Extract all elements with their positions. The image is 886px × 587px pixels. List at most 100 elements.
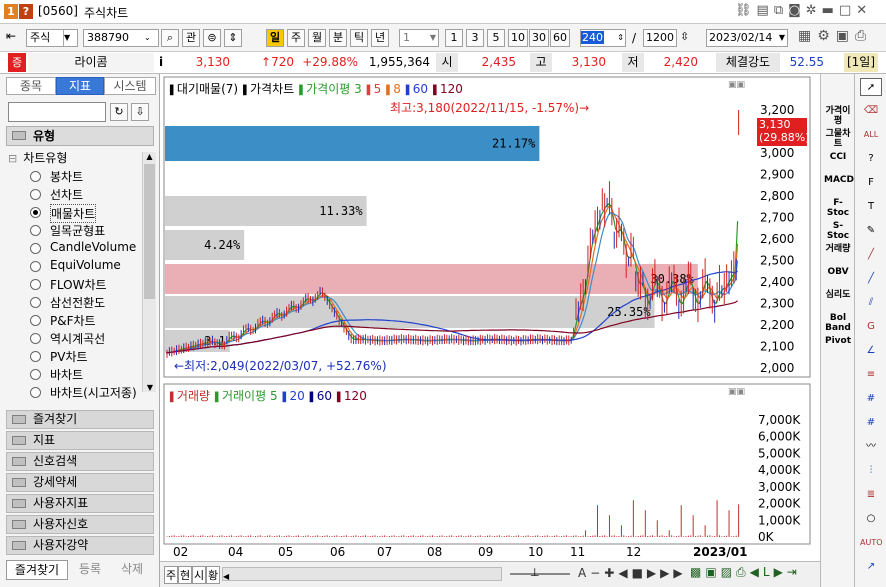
chart-type-item[interactable]: PV차트 [50,348,88,365]
info-button[interactable]: i [154,53,168,72]
tab-indicator[interactable]: 지표 [56,77,104,95]
bottom-tab-1[interactable]: 현 [178,566,193,584]
indicator-shortcut[interactable]: Bol Band [824,313,852,333]
copy-icon[interactable]: ⧉ [774,3,788,18]
channel-icon[interactable]: ⫽ [860,294,882,312]
last-icon[interactable]: L [763,565,774,579]
bottom-tab-register[interactable]: 등록 [70,560,110,580]
trend-icon[interactable]: ╱ [860,270,882,288]
indicator-shortcut[interactable]: 거래량 [824,244,852,254]
maximize-icon[interactable]: □ [839,3,856,18]
horizontal-scrollbar[interactable]: ◀ [222,567,502,581]
end-icon[interactable]: ⇥ [787,565,801,579]
count-select[interactable]: 1 ▼ [399,29,439,47]
all-icon[interactable]: ALL [860,126,882,144]
eraser-icon[interactable]: ⌫ [860,102,882,120]
qty-total-input[interactable]: 1200 [643,29,677,47]
tile-icon[interactable]: ▤ [757,3,774,18]
radio-9[interactable] [30,333,41,344]
code-input[interactable]: 388790 ⌄ [83,29,159,47]
save-image-icon[interactable]: ▣ [705,565,720,579]
legend-entry[interactable]: ▌120 [433,82,463,96]
legend-entry[interactable]: ▌거래이평 5 [215,389,278,403]
scroll-down-icon[interactable]: ▼ [143,383,157,392]
group-item[interactable]: 사용자신호 [6,515,154,534]
bottom-tab-3[interactable]: 황 [206,566,221,584]
tab-system[interactable]: 시스템 [104,77,156,95]
scroll-up-icon[interactable]: ▲ [143,152,156,161]
zoom-in-icon[interactable]: ✚ [604,566,618,580]
chart-type-item[interactable]: 바차트(시고저종) [50,384,137,401]
chart-type-item[interactable]: 역시계곡선 [50,330,105,347]
chart-type-item[interactable]: 매물차트 [50,204,97,223]
link-button[interactable]: ⊜ [203,29,221,47]
chart-area[interactable]: 21.17%11.33%4.24%30.38%25.35%3.1 3,2003,… [160,74,820,587]
legend-entry[interactable]: ▌8 [386,82,401,96]
spinner-icon[interactable]: ⇕ [617,30,624,46]
indicator-shortcut[interactable]: Pivot [824,336,852,346]
auto-icon[interactable]: AUTO [860,534,883,552]
chart-type-item[interactable]: 삼선전환도 [50,294,105,311]
qty-input[interactable]: 240 ⇕ [580,29,626,47]
legend-entry[interactable]: ▌60 [406,82,428,96]
chart-type-item[interactable]: FLOW차트 [50,276,107,293]
radio-12[interactable] [30,387,41,398]
bottom-tab-delete[interactable]: 삭제 [112,560,152,580]
legend-entry[interactable]: ▌가격이평 3 [299,82,362,96]
prev-icon[interactable]: ◀ [618,566,631,580]
radio-8[interactable] [30,315,41,326]
left-arrow-icon[interactable]: ◀ [750,565,763,579]
updown-button[interactable]: ⇕ [224,29,242,47]
bottom-tab-2[interactable]: 시 [192,566,207,584]
indicator-shortcut[interactable]: CCI [824,152,852,162]
link-icon[interactable]: ⛓ [735,3,757,18]
radio-1[interactable] [30,189,41,200]
pen-icon[interactable]: ✎ [860,222,882,240]
grid-icon[interactable]: # [860,390,882,408]
panel-controls-bottom[interactable]: ▣▣ [728,387,745,397]
wave-icon[interactable]: 〰 [860,438,882,456]
nav-first-icon[interactable]: ⇤ [6,29,16,43]
print-icon[interactable]: ⎙ [736,565,750,579]
next-icon[interactable]: ▶ [647,566,660,580]
zoom-slider[interactable] [510,573,570,575]
period-month[interactable]: 월 [308,29,326,47]
interval-1[interactable]: 1 [445,29,463,47]
cycle-icon[interactable]: ⫶ [860,462,882,480]
settings-icon[interactable]: ✲ [806,3,822,18]
level-icon[interactable]: ≡ [860,366,882,384]
radio-7[interactable] [30,297,41,308]
group-item[interactable]: 지표 [6,431,154,450]
line-icon[interactable]: ╱ [860,246,882,264]
text-icon[interactable]: T [860,198,882,216]
scroll-left-icon[interactable]: ◀ [223,572,229,581]
download-button[interactable]: ⇩ [131,103,149,121]
indicator-shortcut[interactable]: S-Stoc [824,221,852,241]
radio-10[interactable] [30,351,41,362]
bottom-tab-favorites[interactable]: 즐겨찾기 [6,560,68,580]
radio-11[interactable] [30,369,41,380]
indicator-shortcut[interactable]: 가격이평 [824,106,852,126]
legend-entry[interactable]: ▌20 [283,389,305,403]
group-item[interactable]: 강세약세 [6,473,154,492]
question-icon[interactable]: ? [860,150,882,168]
scroll-thumb[interactable] [144,164,155,299]
chart-type-item[interactable]: 선차트 [50,186,83,203]
radio-5[interactable] [30,261,41,272]
vertical-scrollbar[interactable]: ▲ ▼ [142,152,156,392]
indicator-shortcut[interactable]: 심리도 [824,290,852,300]
chart-type-item[interactable]: 봉차트 [50,168,83,185]
legend-entry[interactable]: ▌60 [310,389,332,403]
cursor-icon[interactable]: ➚ [860,78,882,96]
right-arrow-icon[interactable]: ▶ [774,565,787,579]
zoom-out-icon[interactable]: − [590,566,604,580]
period-day[interactable]: 일 [266,29,284,47]
group-item[interactable]: 즐겨찾기 [6,410,154,429]
kwan-button[interactable]: 관 [182,29,200,47]
stop-icon[interactable]: ■ [632,566,647,580]
chart-type-item[interactable]: 일목균형표 [50,222,105,239]
section-header[interactable]: 유형 [6,126,154,146]
config-icon[interactable]: ⚙ [817,28,836,44]
ff-icon[interactable]: ▶▶ [660,566,686,580]
indicator-shortcut[interactable]: MACD [824,175,854,185]
